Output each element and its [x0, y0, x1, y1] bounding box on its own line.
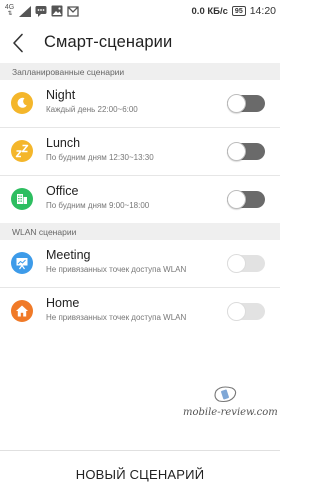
chevron-left-icon [13, 33, 23, 52]
toggle-knob [227, 142, 246, 161]
scenario-wlan-status: Не привязанных точек доступа WLAN [46, 265, 187, 274]
lunch-toggle[interactable] [227, 142, 265, 161]
signal-icon [18, 5, 31, 18]
scenario-row-night[interactable]: Night Каждый день 22:00~6:00 [0, 80, 280, 127]
gallery-icon [50, 5, 63, 18]
battery-icon: 95 [231, 6, 246, 16]
scenario-row-home[interactable]: Home Не привязанных точек доступа WLAN [0, 288, 280, 335]
section-header-wlan: WLAN сценарии [0, 223, 280, 240]
moon-icon [11, 92, 33, 114]
scenario-title: Meeting [46, 248, 91, 262]
sleep-zz-icon [11, 140, 33, 162]
status-bar-right: 0.0 КБ/с 95 14:20 [192, 3, 276, 19]
network-type-label: 4G [4, 4, 15, 11]
house-icon [11, 300, 33, 322]
scenario-text: Lunch По будним дням 12:30~13:30 [46, 135, 216, 164]
mobile-review-logo-icon [214, 386, 237, 403]
scenario-title: Office [46, 184, 79, 198]
data-arrows-icon: ⇅ [7, 11, 12, 17]
scenario-wlan-status: Не привязанных точек доступа WLAN [46, 313, 187, 322]
scenario-text: Office По будним дням 9:00~18:00 [46, 183, 216, 212]
scenario-title: Night [46, 88, 76, 102]
mail-icon [66, 5, 79, 18]
night-toggle[interactable] [227, 94, 265, 113]
battery-level: 95 [234, 7, 243, 15]
toggle-knob [227, 302, 246, 321]
meeting-toggle[interactable] [227, 254, 265, 273]
presentation-board-icon [11, 252, 33, 274]
chat-icon [34, 5, 47, 18]
toggle-knob [227, 190, 246, 209]
scenario-row-lunch[interactable]: Lunch По будним дням 12:30~13:30 [0, 128, 280, 175]
watermark-text: mobile-review.com [183, 407, 278, 418]
status-bar: 4G ⇅ 0.0 КБ/с 95 14:20 [0, 0, 280, 22]
new-scenario-button[interactable]: НОВЫЙ СЦЕНАРИЙ [0, 451, 280, 498]
clock: 14:20 [249, 5, 276, 17]
home-toggle[interactable] [227, 302, 265, 321]
scenario-schedule: Каждый день 22:00~6:00 [46, 105, 138, 114]
office-toggle[interactable] [227, 190, 265, 209]
scenario-text: Night Каждый день 22:00~6:00 [46, 87, 216, 116]
page-title: Смарт-сценарии [44, 33, 173, 51]
back-button[interactable] [0, 22, 36, 63]
watermark: mobile-review.com [183, 383, 278, 428]
scenario-title: Lunch [46, 136, 81, 150]
section-header-scheduled: Запланированные сценарии [0, 63, 280, 80]
scenario-text: Home Не привязанных точек доступа WLAN [46, 295, 216, 324]
scenario-title: Home [46, 296, 80, 310]
toggle-knob [227, 94, 246, 113]
scenario-row-office[interactable]: Office По будним дням 9:00~18:00 [0, 176, 280, 223]
scenario-row-meeting[interactable]: Meeting Не привязанных точек доступа WLA… [0, 240, 280, 287]
status-bar-left: 4G ⇅ [4, 3, 79, 19]
smart-scenarios-screen: 4G ⇅ 0.0 КБ/с 95 14:20 Смарт-сценарии За… [0, 0, 280, 498]
scenario-schedule: По будним дням 12:30~13:30 [46, 153, 154, 162]
toggle-knob [227, 254, 246, 273]
building-icon [11, 188, 33, 210]
app-bar: Смарт-сценарии [0, 22, 280, 63]
network-indicator: 4G ⇅ [4, 4, 15, 18]
scenario-text: Meeting Не привязанных точек доступа WLA… [46, 247, 216, 276]
scenario-schedule: По будним дням 9:00~18:00 [46, 201, 150, 210]
network-speed: 0.0 КБ/с [191, 5, 228, 17]
